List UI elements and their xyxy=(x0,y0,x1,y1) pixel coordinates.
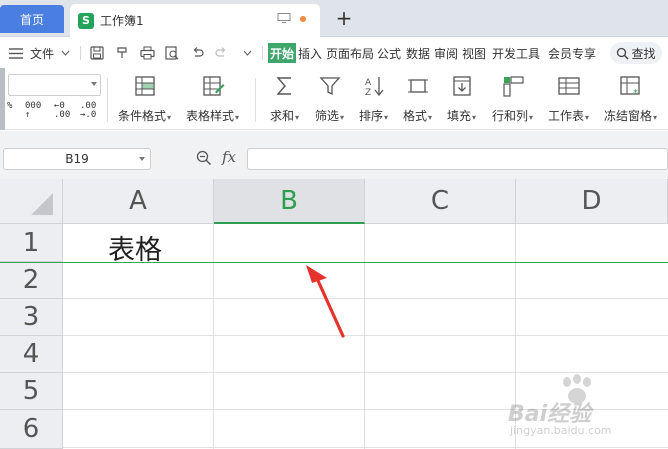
print-icon[interactable] xyxy=(140,46,155,60)
sort-icon: A Z xyxy=(365,77,384,98)
watermark: Bai经验 jingyan.baidu.com xyxy=(508,372,668,442)
search-button[interactable]: 查找 xyxy=(610,42,662,64)
quick-access-dropdown-icon[interactable] xyxy=(243,50,252,56)
row-col-icon xyxy=(502,76,524,97)
search-icon xyxy=(617,47,629,59)
divider xyxy=(107,78,108,122)
format-button[interactable]: 格式▾ xyxy=(403,74,432,126)
conditional-format-label: 条件格式 xyxy=(118,109,167,123)
sum-icon xyxy=(275,77,291,95)
fill-icon xyxy=(452,76,471,96)
table-style-button[interactable]: 表格样式▾ xyxy=(186,74,239,126)
spreadsheet-logo-icon: S xyxy=(78,12,94,29)
menu-data[interactable]: 数据 xyxy=(406,45,430,62)
print-preview-icon[interactable] xyxy=(165,46,179,60)
sort-button[interactable]: A Z 排序▾ xyxy=(359,74,388,126)
fill-button[interactable]: 填充▾ xyxy=(447,74,476,126)
worksheet-button[interactable]: 工作表▾ xyxy=(548,74,589,126)
row-col-label: 行和列 xyxy=(492,109,529,123)
increase-decimal-button[interactable]: ←0.00 xyxy=(54,102,70,120)
svg-text:Z: Z xyxy=(365,88,371,98)
sum-button[interactable]: 求和▾ xyxy=(270,74,299,126)
filter-button[interactable]: 筛选▾ xyxy=(315,74,344,126)
format-painter-icon[interactable] xyxy=(115,46,129,60)
menu-start[interactable]: 开始 xyxy=(268,43,297,63)
svg-text:A: A xyxy=(365,78,372,88)
table-style-icon xyxy=(202,76,225,96)
watermark-url: jingyan.baidu.com xyxy=(510,424,612,437)
sum-label: 求和 xyxy=(270,109,295,123)
worksheet-icon xyxy=(557,77,580,95)
redo-icon[interactable] xyxy=(215,46,228,59)
freeze-pane-label: 冻结窗格 xyxy=(604,109,653,123)
menu-view[interactable]: 视图 xyxy=(462,45,486,62)
row-col-button[interactable]: 行和列▾ xyxy=(492,74,533,126)
thousands-format-button[interactable]: 000 ↑ xyxy=(25,102,41,120)
menu-insert[interactable]: 插入 xyxy=(298,45,322,62)
menu-member[interactable]: 会员专享 xyxy=(548,45,596,62)
tab-home[interactable]: 首页 xyxy=(0,5,64,33)
name-box[interactable]: B19 xyxy=(3,148,151,170)
freeze-pane-button[interactable]: * 冻结窗格▾ xyxy=(604,74,657,126)
undo-icon[interactable] xyxy=(191,46,204,59)
workbook-name: 工作簿1 xyxy=(100,14,144,28)
table-style-label: 表格样式 xyxy=(186,109,235,123)
divider xyxy=(255,78,256,122)
hamburger-icon[interactable] xyxy=(9,48,23,59)
search-label: 查找 xyxy=(631,46,656,61)
ribbon: % 000 ↑ ←0.00 .00 →.0 条件格式▾ 表格样式▾ 求和▾ 筛选… xyxy=(0,68,668,130)
format-label: 格式 xyxy=(403,109,428,123)
ribbon-scroll-left[interactable] xyxy=(0,68,5,130)
svg-text:*: * xyxy=(633,88,638,98)
name-box-value: B19 xyxy=(65,152,89,166)
worksheet-label: 工作表 xyxy=(548,109,585,123)
spreadsheet-grid: A B C D 1 2 3 4 5 6 表格 Bai经验 jingyan.bai… xyxy=(0,179,668,449)
filter-label: 筛选 xyxy=(315,109,340,123)
add-tab-button[interactable]: + xyxy=(332,6,356,30)
conditional-format-icon xyxy=(134,76,155,96)
menu-developer[interactable]: 开发工具 xyxy=(492,45,540,62)
conditional-format-button[interactable]: 条件格式▾ xyxy=(118,74,171,126)
menu-bar: 文件 开始 插入 页面布局 公式 数据 审阅 视图 开发工具 会员专享 查找 xyxy=(0,38,668,68)
fill-label: 填充 xyxy=(447,109,472,123)
unsaved-dot-icon xyxy=(300,16,306,22)
freeze-pane-icon: * xyxy=(619,76,640,98)
menu-review[interactable]: 审阅 xyxy=(434,45,458,62)
formula-bar: B19 fx xyxy=(0,131,668,179)
menu-file[interactable]: 文件 xyxy=(30,45,54,62)
tab-bar: 首页 S 工作簿1 + xyxy=(0,0,668,37)
fx-icon[interactable]: fx xyxy=(222,148,236,166)
decrease-decimal-button[interactable]: .00 →.0 xyxy=(80,102,96,120)
save-icon[interactable] xyxy=(90,46,104,60)
zoom-icon[interactable] xyxy=(196,150,212,166)
sort-label: 排序 xyxy=(359,109,384,123)
menu-page-layout[interactable]: 页面布局 xyxy=(326,45,374,62)
percent-format-button[interactable]: % xyxy=(7,102,12,111)
monitor-icon[interactable] xyxy=(277,13,291,23)
menu-formula[interactable]: 公式 xyxy=(377,45,401,62)
divider xyxy=(80,46,81,60)
filter-icon xyxy=(319,77,340,96)
tab-workbook[interactable]: S 工作簿1 xyxy=(70,4,320,37)
divider xyxy=(262,46,263,60)
chevron-down-icon[interactable] xyxy=(61,50,70,56)
formula-input[interactable] xyxy=(247,148,668,170)
format-icon xyxy=(407,79,428,93)
number-format-select[interactable] xyxy=(8,74,101,96)
